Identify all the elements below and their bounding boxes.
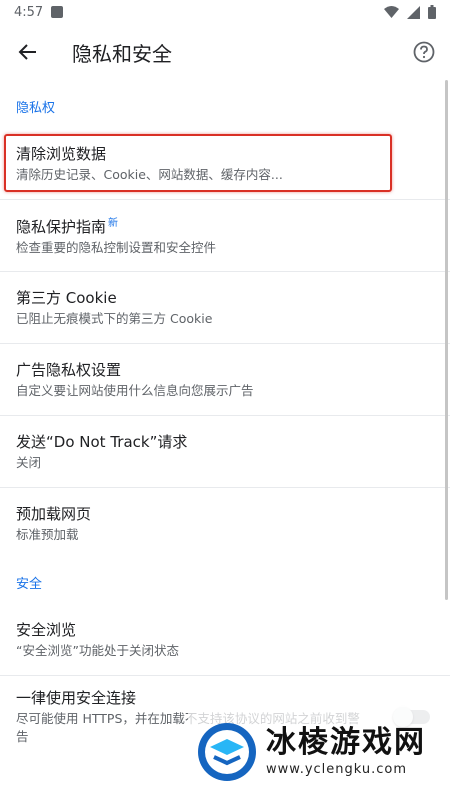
highlight-box (4, 134, 392, 192)
list-item-preload-pages[interactable]: 预加载网页 标准预加载 (0, 488, 450, 560)
help-button[interactable] (410, 38, 438, 66)
section-header-security: 安全 (16, 576, 43, 592)
status-time: 4:57 (14, 4, 44, 20)
status-right (384, 5, 436, 19)
list-item-ad-privacy[interactable]: 广告隐私权设置 自定义要让网站使用什么信息向您展示广告 (0, 344, 450, 416)
item-title: 发送“Do Not Track”请求 (16, 432, 188, 451)
item-title: 第三方 Cookie (16, 288, 117, 307)
watermark-logo-icon (198, 723, 256, 781)
back-button[interactable] (14, 38, 42, 66)
status-left: 4:57 (14, 4, 64, 20)
battery-icon (428, 5, 436, 19)
item-title: 预加载网页 (16, 505, 92, 523)
item-title-text: 隐私保护指南 (16, 218, 107, 236)
scrollbar[interactable] (445, 80, 448, 600)
wifi-icon (384, 6, 399, 18)
watermark-name: 冰棱游戏网 (266, 725, 426, 760)
item-subtitle: 自定义要让网站使用什么信息向您展示广告 (16, 382, 254, 398)
item-title: 一律使用安全连接 (16, 689, 137, 707)
item-title: 安全浏览 (16, 620, 77, 639)
list-item-safe-browsing[interactable]: 安全浏览 “安全浏览”功能处于关闭状态 (0, 604, 450, 676)
item-subtitle: 关闭 (16, 454, 42, 470)
item-subtitle: “安全浏览”功能处于关闭状态 (16, 642, 179, 658)
watermark: 冰棱游戏网 www.yclengku.com (188, 706, 450, 798)
section-header-privacy: 隐私权 (16, 100, 56, 116)
arrow-left-icon (18, 44, 36, 60)
item-subtitle: 检查重要的隐私控制设置和安全控件 (16, 240, 217, 255)
list-item-do-not-track[interactable]: 发送“Do Not Track”请求 关闭 (0, 416, 450, 488)
notification-icon (51, 6, 64, 18)
new-badge: 新 (108, 218, 119, 229)
list-item-clear-browsing-data[interactable]: 清除浏览数据 清除历史记录、Cookie、网站数据、缓存内容... (0, 128, 450, 200)
status-bar: 4:57 (0, 0, 450, 24)
signal-icon (407, 5, 420, 19)
watermark-url: www.yclengku.com (266, 762, 408, 777)
app-bar: 隐私和安全 (0, 24, 450, 80)
watermark-text: 冰棱游戏网 www.yclengku.com (266, 725, 426, 779)
page-title: 隐私和安全 (72, 41, 172, 66)
item-title: 广告隐私权设置 (16, 360, 122, 379)
help-circle-icon (413, 41, 435, 63)
list-item-third-party-cookies[interactable]: 第三方 Cookie 已阻止无痕模式下的第三方 Cookie (0, 272, 450, 344)
list-item-privacy-guide[interactable]: 隐私保护指南新 检查重要的隐私控制设置和安全控件 (0, 200, 450, 272)
item-subtitle: 标准预加载 (16, 527, 79, 542)
item-title: 隐私保护指南新 (16, 214, 434, 237)
item-subtitle: 已阻止无痕模式下的第三方 Cookie (16, 310, 213, 326)
